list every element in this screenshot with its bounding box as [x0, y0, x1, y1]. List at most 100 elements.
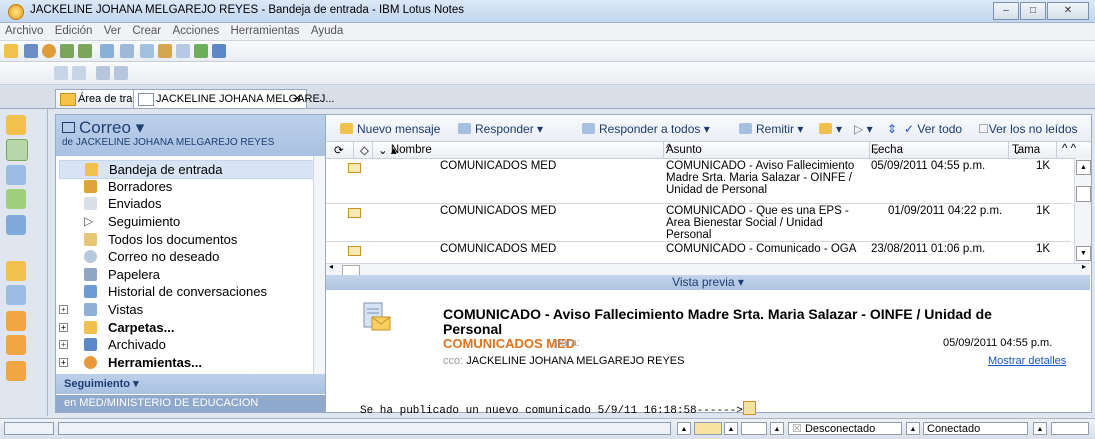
table-row[interactable]: COMUNICADOS MED COMUNICADO - Que es una …: [326, 204, 1071, 242]
folder-launcher-3-icon[interactable]: [6, 361, 26, 381]
nav-enviados[interactable]: Enviados: [80, 195, 161, 212]
menu-ver[interactable]: Ver: [99, 23, 124, 37]
replication-icon[interactable]: [6, 215, 26, 235]
tab-close-icon[interactable]: ✕: [293, 90, 302, 108]
workspace-icon[interactable]: [6, 261, 26, 281]
scroll-up-icon[interactable]: ▲: [1076, 160, 1091, 175]
view-all-toggle[interactable]: ✓ Ver todo: [904, 122, 962, 136]
contacts-icon[interactable]: [6, 165, 26, 185]
menu-edicion[interactable]: Edición: [50, 23, 96, 37]
horizontal-scrollbar[interactable]: ◂ ▸: [326, 262, 1090, 276]
message-list-scrollbar[interactable]: ▲ ▼: [1074, 158, 1091, 263]
home-icon[interactable]: [96, 66, 110, 80]
nav-borradores[interactable]: Borradores: [80, 178, 172, 195]
menu-crear[interactable]: Crear: [127, 23, 164, 37]
refresh-icon[interactable]: [194, 44, 208, 58]
folder-launcher-2-icon[interactable]: [6, 335, 26, 355]
expand-icon[interactable]: +: [59, 323, 68, 332]
open-folder-icon[interactable]: [4, 44, 18, 58]
nav-seguimiento[interactable]: ▷ Seguimiento: [80, 213, 180, 230]
bookmark-icon[interactable]: [100, 44, 114, 58]
navigate-arrows-icon[interactable]: ⇕: [887, 122, 897, 136]
cut-icon[interactable]: [120, 44, 134, 58]
folder-button[interactable]: ▾: [819, 122, 842, 136]
inbox-status-icon[interactable]: [1051, 422, 1089, 435]
menu-ayuda[interactable]: Ayuda: [306, 23, 346, 37]
table-row[interactable]: COMUNICADOS MED COMUNICADO - Aviso Falle…: [326, 159, 1071, 204]
scroll-left-icon[interactable]: ◂: [329, 262, 333, 271]
status-dropdown-icon[interactable]: ▲: [677, 422, 691, 435]
nav-correo-no-deseado[interactable]: Correo no deseado: [80, 248, 219, 265]
view-unread-toggle[interactable]: ☐Ver los no leídos: [978, 122, 1078, 136]
column-name[interactable]: ⌄ Nombre ▴: [378, 143, 432, 157]
forward-icon[interactable]: [78, 44, 92, 58]
back-icon[interactable]: [60, 44, 74, 58]
refresh-icon[interactable]: ⟳: [334, 143, 344, 157]
tab-mail[interactable]: JACKELINE JOHANA MELGAREJ... ✕: [133, 89, 335, 108]
sort-icon[interactable]: ◇: [360, 143, 369, 157]
replicate-icon[interactable]: [212, 44, 226, 58]
correo-menu[interactable]: Correo ▾: [62, 118, 144, 138]
nav-herramientas[interactable]: + Herramientas...: [59, 354, 202, 371]
scroll-thumb[interactable]: [1076, 186, 1091, 202]
status-dropdown-icon[interactable]: ▲: [724, 422, 738, 435]
status-dropdown-icon[interactable]: ▲: [770, 422, 784, 435]
close-button[interactable]: ✕: [1047, 2, 1089, 20]
connection-icon[interactable]: [741, 422, 767, 435]
tools-icon: [84, 356, 97, 369]
reply-all-button[interactable]: Responder a todos ▾: [582, 122, 710, 136]
nav-todos-documentos[interactable]: Todos los documentos: [80, 231, 237, 248]
menu-acciones[interactable]: Acciones: [167, 23, 222, 37]
find-icon[interactable]: [176, 44, 190, 58]
secondary-toolbar: [0, 62, 1095, 85]
expand-icon[interactable]: +: [59, 340, 68, 349]
envelope-icon: [348, 163, 361, 173]
column-more-icon[interactable]: ^ ^: [1062, 143, 1076, 155]
document-link-icon[interactable]: [742, 401, 756, 415]
column-date[interactable]: Fecha ⌄: [871, 143, 903, 157]
nav-vistas[interactable]: + Vistas: [59, 301, 143, 318]
status-dropdown-icon[interactable]: ▲: [906, 422, 920, 435]
expand-icon[interactable]: +: [59, 358, 68, 367]
expand-icon[interactable]: +: [59, 305, 68, 314]
show-details-link[interactable]: Mostrar detalles: [988, 355, 1066, 367]
nav-papelera[interactable]: Papelera: [80, 266, 160, 283]
mail-launcher-icon[interactable]: [6, 115, 26, 135]
address-icon[interactable]: [114, 66, 128, 80]
search-options-icon[interactable]: [72, 66, 86, 80]
nav-carpetas[interactable]: + Carpetas...: [59, 319, 174, 336]
search-icon[interactable]: [54, 66, 68, 80]
menu-archivo[interactable]: Archivo: [0, 23, 46, 37]
menu-herramientas[interactable]: Herramientas: [226, 23, 303, 37]
forward-button[interactable]: Remitir ▾: [739, 122, 803, 136]
mail-icon: [138, 93, 154, 106]
follow-up-button[interactable]: ▷ ▾: [854, 122, 873, 136]
copy-icon[interactable]: [140, 44, 154, 58]
bookmarks-icon[interactable]: [6, 285, 26, 305]
follow-up-section[interactable]: Seguimiento ▾: [56, 374, 325, 394]
navigator-scrollbar[interactable]: [313, 156, 325, 374]
stop-icon[interactable]: [42, 44, 56, 58]
status-dropdown-icon[interactable]: ▲: [1033, 422, 1047, 435]
todo-icon[interactable]: [6, 189, 26, 209]
minimize-button[interactable]: –: [993, 2, 1019, 20]
nav-historial[interactable]: Historial de conversaciones: [80, 283, 267, 300]
scroll-right-icon[interactable]: ▸: [1082, 262, 1086, 271]
paste-icon[interactable]: [158, 44, 172, 58]
offline-status[interactable]: ☒ Desconectado: [788, 422, 902, 435]
folder-launcher-icon[interactable]: [6, 311, 26, 331]
column-subject[interactable]: Asunto ^: [666, 143, 702, 156]
print-icon[interactable]: [24, 44, 38, 58]
reply-button[interactable]: Responder ▾: [458, 122, 543, 136]
table-row[interactable]: COMUNICADOS MED COMUNICADO - Comunicado …: [326, 242, 1071, 262]
calendar-icon[interactable]: [6, 139, 28, 161]
maximize-button[interactable]: □: [1020, 2, 1046, 20]
key-icon[interactable]: [694, 422, 722, 435]
scroll-down-icon[interactable]: ▼: [1076, 246, 1091, 261]
new-message-button[interactable]: Nuevo mensaje: [340, 122, 440, 136]
column-size[interactable]: Tama ⌄: [1012, 143, 1040, 157]
nav-bandeja-entrada[interactable]: Bandeja de entrada: [59, 160, 340, 179]
online-status[interactable]: Conectado: [923, 422, 1028, 435]
nav-archivado[interactable]: + Archivado: [59, 336, 166, 353]
preview-toggle[interactable]: Vista previa ▾: [326, 275, 1090, 290]
